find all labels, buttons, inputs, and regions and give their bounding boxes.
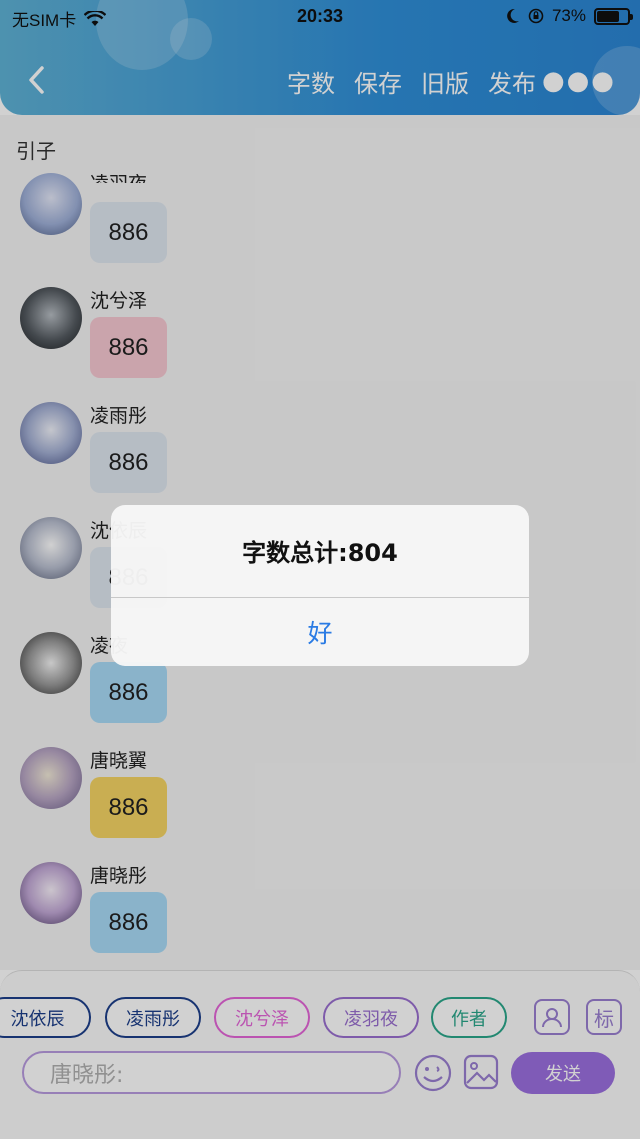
- dialog-ok-button[interactable]: 好: [111, 598, 529, 666]
- dialog-message: 字数总计:804: [242, 539, 398, 567]
- word-count-dialog: 字数总计:804 好: [111, 505, 529, 666]
- chat-editor-screen: 无SIM卡 20:33 73% 字数 保存 旧版 发布 ●●● 引子 886 沈…: [0, 0, 640, 1139]
